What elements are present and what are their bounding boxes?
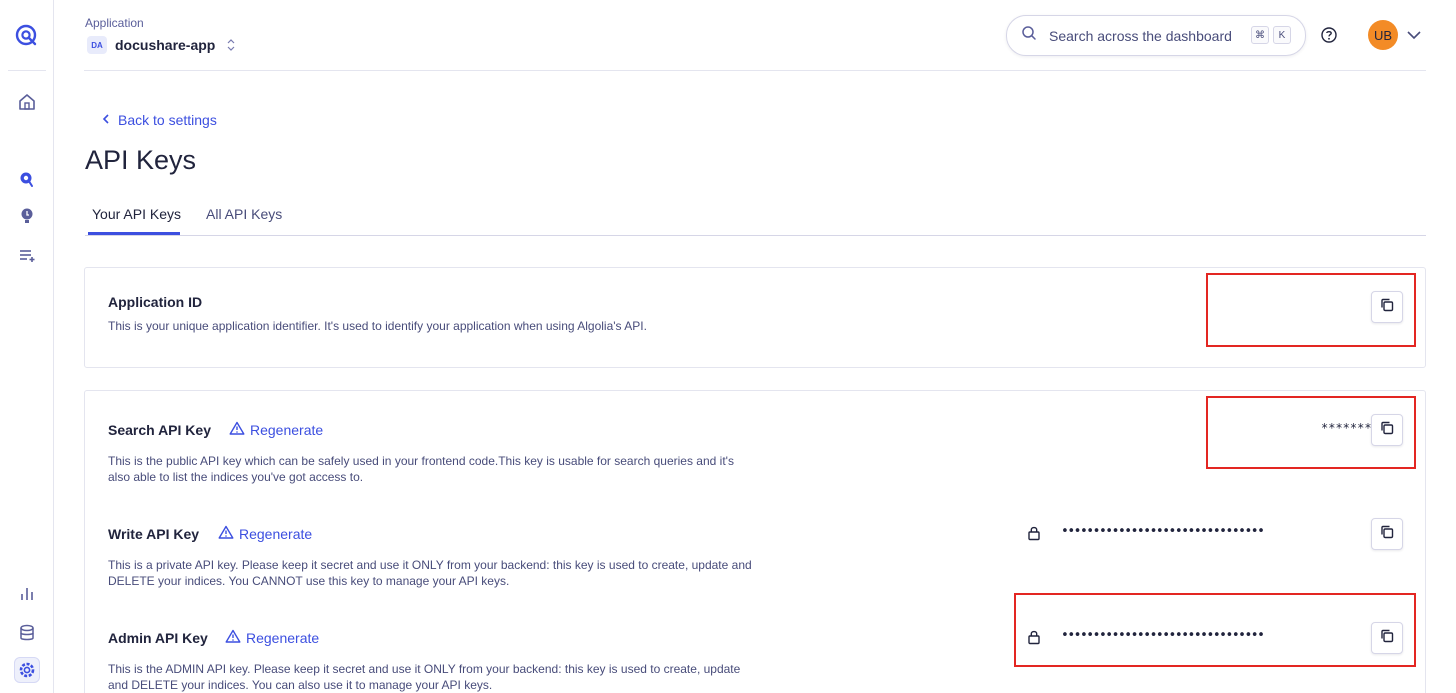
algolia-logo-icon[interactable] — [14, 22, 40, 48]
bulb-icon[interactable] — [14, 203, 40, 229]
highlight-box-admin-key — [1014, 593, 1416, 667]
user-avatar[interactable]: UB — [1368, 20, 1398, 50]
sidebar-divider — [8, 70, 46, 71]
home-icon[interactable] — [14, 89, 40, 115]
copy-write-key-button[interactable] — [1371, 518, 1403, 550]
active-tab-indicator — [88, 232, 180, 235]
regenerate-label: Regenerate — [239, 525, 313, 542]
highlight-box-application-id — [1206, 273, 1416, 347]
sidebar — [0, 0, 54, 693]
shortcut-cmd-key: ⌘ — [1251, 26, 1269, 44]
lock-icon — [1027, 525, 1041, 546]
write-api-key-description: This is a private API key. Please keep i… — [108, 558, 752, 588]
regenerate-admin-key-link[interactable]: Regenerate — [225, 629, 319, 646]
search-placeholder: Search across the dashboard — [1049, 27, 1232, 44]
write-api-key-value: •••••••••••••••••••••••••••••••• — [1061, 524, 1265, 539]
search-api-key-description: This is the public API key which can be … — [108, 454, 734, 484]
warning-triangle-icon — [218, 525, 234, 542]
regenerate-write-key-link[interactable]: Regenerate — [218, 525, 312, 542]
write-api-key-title: Write API Key — [108, 526, 200, 542]
admin-api-key-title: Admin API Key — [108, 630, 208, 646]
application-label: Application — [85, 16, 144, 30]
shortcut-k-key: K — [1273, 26, 1291, 44]
dashboard-search-input[interactable]: Search across the dashboard ⌘ K — [1006, 15, 1306, 56]
settings-gear-icon[interactable] — [14, 657, 40, 683]
admin-api-key-description: This is the ADMIN API key. Please keep i… — [108, 662, 741, 692]
back-link-label: Back to settings — [118, 112, 217, 128]
api-keys-tabs: Your API Keys All API Keys — [85, 196, 1426, 236]
up-down-chevron-icon — [227, 38, 235, 52]
highlight-box-search-key — [1206, 396, 1416, 469]
list-add-icon[interactable] — [14, 242, 40, 268]
app-badge: DA — [87, 36, 107, 54]
search-api-key-title: Search API Key — [108, 422, 211, 438]
tab-all-api-keys[interactable]: All API Keys — [206, 206, 282, 222]
warning-triangle-icon — [229, 421, 245, 438]
search-pin-icon[interactable] — [14, 166, 40, 192]
warning-triangle-icon — [225, 629, 241, 646]
back-to-settings-link[interactable]: Back to settings — [102, 112, 217, 128]
regenerate-search-key-link[interactable]: Regenerate — [229, 421, 323, 438]
copy-icon — [1379, 524, 1395, 545]
analytics-icon[interactable] — [14, 581, 40, 607]
chevron-down-icon[interactable] — [1406, 28, 1422, 46]
chevron-left-icon — [102, 112, 110, 128]
application-id-description: This is your unique application identifi… — [108, 319, 647, 333]
top-header: Application DA docushare-app Search acro… — [84, 0, 1426, 71]
tab-your-api-keys[interactable]: Your API Keys — [92, 206, 181, 222]
application-switcher[interactable]: DA docushare-app — [84, 36, 235, 54]
search-icon — [1021, 25, 1037, 46]
app-name: docushare-app — [115, 37, 216, 53]
database-icon[interactable] — [14, 620, 40, 646]
regenerate-label: Regenerate — [246, 629, 320, 646]
regenerate-label: Regenerate — [250, 421, 324, 438]
page-title: API Keys — [85, 145, 197, 175]
help-icon[interactable] — [1320, 26, 1338, 49]
application-id-title: Application ID — [108, 294, 203, 310]
